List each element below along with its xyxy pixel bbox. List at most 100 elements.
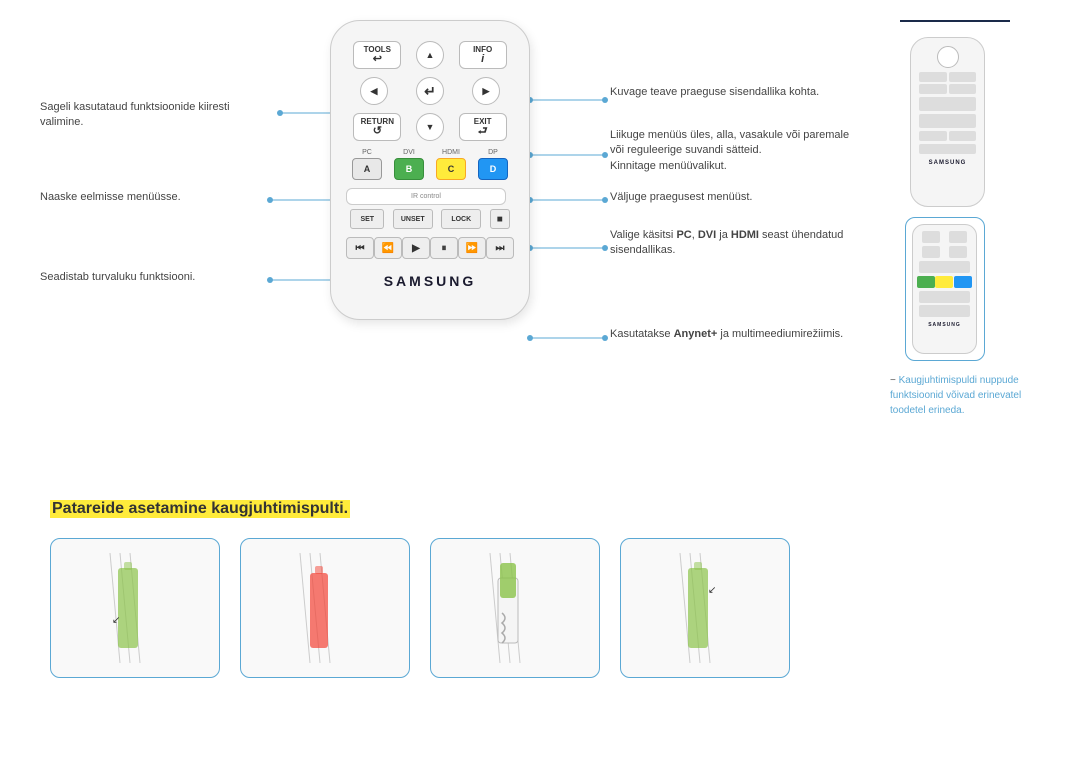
battery-image-1: ↙	[50, 538, 220, 678]
b-button[interactable]: B	[394, 158, 424, 180]
media-buttons-row: ⏮ ⏪ ▶ ⏸ ⏩ ⏭	[346, 237, 514, 259]
left-button[interactable]: ◀	[360, 77, 388, 105]
pause-button[interactable]: ⏸	[430, 237, 458, 259]
footnote-dash: −	[890, 375, 896, 386]
sr-samsung-label: SAMSUNG	[916, 160, 979, 166]
annotation-anynet: Kasutatakse Anynet+ ja multimeediumireži…	[610, 327, 870, 342]
hdmi-col: HDMI C	[436, 149, 466, 180]
up-button[interactable]: ▲	[416, 41, 444, 69]
remote-illustration-top: SAMSUNG	[910, 37, 1050, 207]
d-button[interactable]: D	[478, 158, 508, 180]
sr2-long-1	[919, 261, 970, 273]
annotation-return: Naaske eelmisse menüüsse.	[40, 190, 260, 205]
battery-image-4: ↙	[620, 538, 790, 678]
small-remote-bottom: SAMSUNG	[912, 224, 977, 354]
bottom-section: Patareide asetamine kaugjuhtimispulti. ↙	[0, 480, 1080, 698]
sr2-btn-blue	[954, 276, 972, 288]
sr2-long-2	[919, 291, 970, 303]
skip-forward-button[interactable]: ⏭	[486, 237, 514, 259]
exit-button[interactable]: EXIT ⮐	[459, 113, 507, 141]
sr2-samsung-label: SAMSUNG	[917, 322, 972, 328]
hdmi-label: HDMI	[442, 149, 460, 156]
annotation-exit: Väljuge praegusest menüüst.	[610, 190, 850, 205]
sr-rect-3	[919, 144, 976, 154]
svg-text:↙: ↙	[112, 615, 120, 626]
return-button[interactable]: RETURN ↺	[353, 113, 401, 141]
remote-row-1: TOOLS ↩ ▲ INFO i	[346, 41, 514, 69]
sr-rect-2	[919, 114, 976, 128]
lock-button[interactable]: LOCK	[441, 209, 481, 229]
skip-back-button[interactable]: ⏮	[346, 237, 374, 259]
down-button[interactable]: ▼	[416, 113, 444, 141]
footnote-text: Kaugjuhtimispuldi nuppude funktsioonid v…	[890, 375, 1021, 416]
tools-button[interactable]: TOOLS ↩	[353, 41, 401, 69]
c-button[interactable]: C	[436, 158, 466, 180]
pc-col: PC A	[352, 149, 382, 180]
remote-row-abcd: PC A DVI B HDMI C	[346, 149, 514, 180]
sr2-btn	[949, 231, 967, 243]
footnote: − Kaugjuhtimispuldi nuppude funktsioonid…	[890, 373, 1050, 418]
rewind-button[interactable]: ⏪	[374, 237, 402, 259]
sr-circle	[937, 46, 959, 68]
dp-label: DP	[488, 149, 498, 156]
main-area: Sageli kasutataud funktsioonide kiiresti…	[0, 0, 1080, 460]
remote-row-2: ◀ ↵ ▶	[346, 77, 514, 105]
remote-control: TOOLS ↩ ▲ INFO i ◀ ↵ ▶	[330, 20, 530, 320]
ir-control-label: IR control	[346, 188, 506, 205]
battery-svg-1: ↙	[100, 548, 170, 668]
sr-grid-1	[919, 72, 976, 94]
pc-label: PC	[362, 149, 372, 156]
set-button[interactable]: SET	[350, 209, 384, 229]
sr-cell	[919, 84, 947, 94]
play-button[interactable]: ▶	[402, 237, 430, 259]
annotation-tools: Sageli kasutataud funktsioonide kiiresti…	[40, 100, 270, 131]
right-button[interactable]: ▶	[472, 77, 500, 105]
deco-line	[900, 20, 1010, 22]
enter-button[interactable]: ↵	[416, 77, 444, 105]
dp-col: DP D	[478, 149, 508, 180]
sr-rect-1	[919, 97, 976, 111]
sr2-row-3	[917, 276, 972, 288]
battery-image-3	[430, 538, 600, 678]
sr2-btn	[949, 246, 967, 258]
right-panel: SAMSUNG	[890, 20, 1050, 418]
samsung-logo: SAMSUNG	[346, 273, 514, 289]
sr-grid-2	[919, 131, 976, 141]
battery-svg-4: ↙	[670, 548, 740, 668]
sr-cell	[949, 131, 977, 141]
a-button[interactable]: A	[352, 158, 382, 180]
remote-body: TOOLS ↩ ▲ INFO i ◀ ↵ ▶	[330, 20, 530, 320]
ir-buttons-row: SET UNSET LOCK ■	[346, 209, 514, 229]
info-button[interactable]: INFO i	[459, 41, 507, 69]
annotation-lock: Seadistab turvaluku funktsiooni.	[40, 270, 260, 285]
sr-cell	[919, 131, 947, 141]
fast-forward-button[interactable]: ⏩	[458, 237, 486, 259]
sr2-btn	[922, 246, 940, 258]
small-remote-top: SAMSUNG	[910, 37, 985, 207]
sr2-btn-green	[917, 276, 935, 288]
sr2-row-1	[917, 231, 972, 243]
sr-cell	[949, 72, 977, 82]
stop-button[interactable]: ■	[490, 209, 510, 229]
ir-control-area: IR control SET UNSET LOCK ■	[346, 188, 514, 229]
section-title: Patareide asetamine kaugjuhtimispulti.	[50, 500, 350, 518]
sr2-btn	[922, 231, 940, 243]
battery-images-row: ↙	[50, 538, 1030, 678]
sr2-row-2	[917, 246, 972, 258]
annotation-nav: Liikuge menüüs üles, alla, vasakule või …	[610, 128, 860, 174]
annotation-info: Kuvage teave praeguse sisendallika kohta…	[610, 85, 850, 100]
dvi-label: DVI	[403, 149, 415, 156]
remote-illustration-bottom: SAMSUNG	[905, 217, 985, 361]
dvi-col: DVI B	[394, 149, 424, 180]
sr-cell	[949, 84, 977, 94]
battery-svg-3	[480, 548, 550, 668]
sr2-btn-yellow	[935, 276, 953, 288]
remote-row-3: RETURN ↺ ▼ EXIT ⮐	[346, 113, 514, 141]
battery-image-2	[240, 538, 410, 678]
annotation-abcd: Valige käsitsi PC, DVI ja HDMI seast ühe…	[610, 228, 870, 259]
svg-text:↙: ↙	[708, 585, 716, 596]
unset-button[interactable]: UNSET	[393, 209, 433, 229]
battery-svg-2	[290, 548, 360, 668]
sr-cell	[919, 72, 947, 82]
sr2-long-3	[919, 305, 970, 317]
